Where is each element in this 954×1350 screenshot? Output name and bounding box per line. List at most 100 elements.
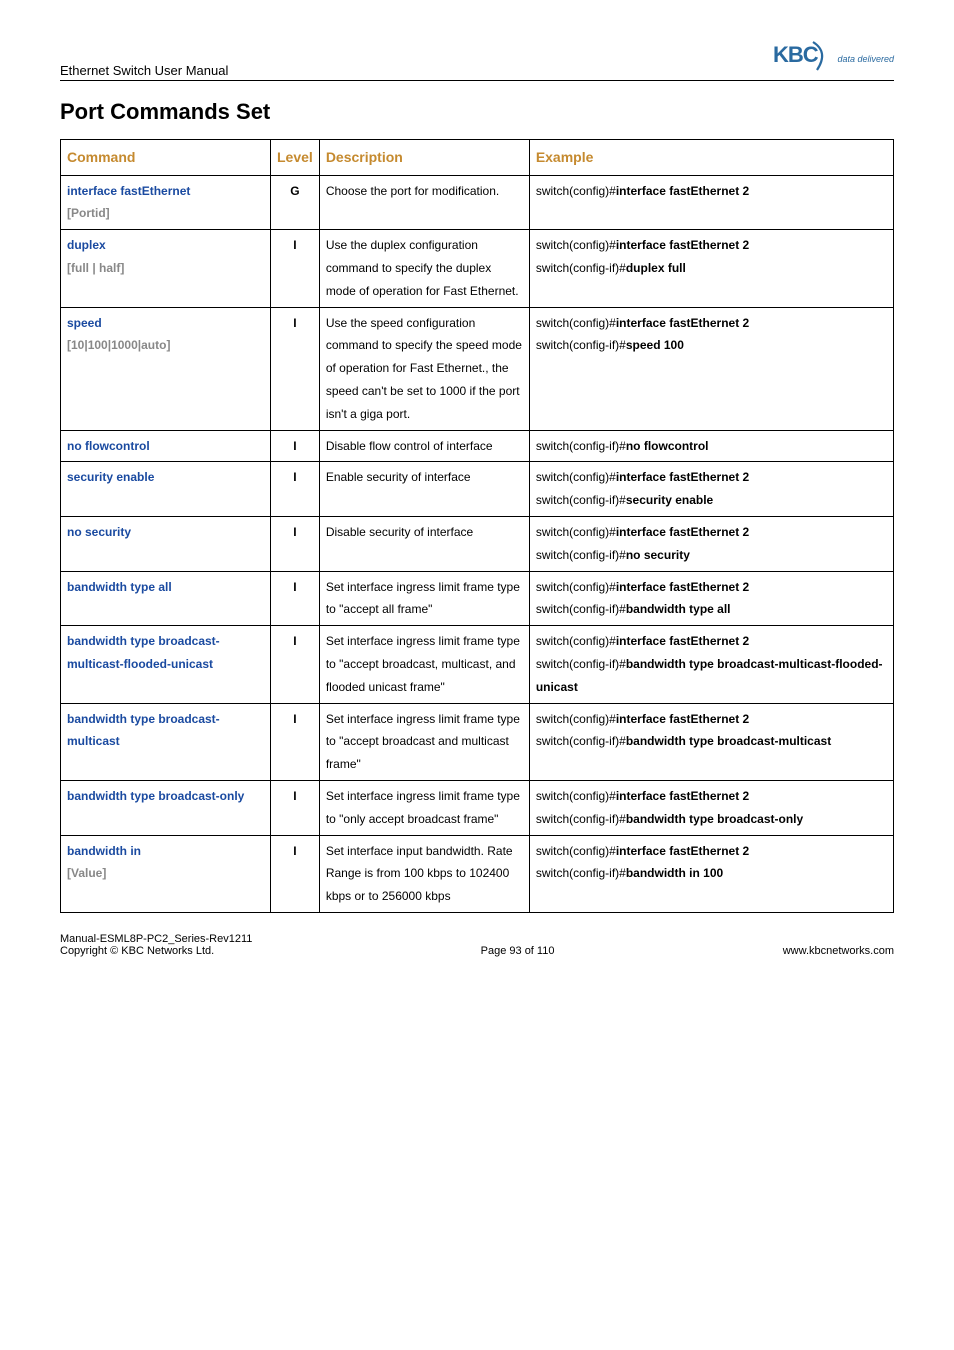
cell-command: bandwidth in[Value] — [61, 835, 271, 912]
footer-url: www.kbcnetworks.com — [783, 945, 894, 957]
example-prefix: switch(config)# — [536, 712, 616, 726]
cell-example: switch(config)#interface fastEthernet 2 s… — [529, 626, 893, 703]
command-name: bandwidth type broadcast-only — [67, 789, 244, 803]
example-bold: bandwidth type all — [626, 602, 731, 616]
example-bold: bandwidth type broadcast-multicast — [626, 734, 831, 748]
example-prefix: switch(config-if)# — [536, 439, 626, 453]
cell-command: no security — [61, 516, 271, 571]
cell-example: switch(config)#interface fastEthernet 2s… — [529, 703, 893, 780]
cell-example: switch(config)#interface fastEthernet 2 s… — [529, 462, 893, 517]
command-args: [full | half] — [67, 261, 124, 275]
cell-command: bandwidth type broadcast-only — [61, 780, 271, 835]
table-row: bandwidth type broadcast-only ISet interf… — [61, 780, 894, 835]
cell-description: Use the speed configuration command to s… — [319, 307, 529, 430]
table-row: duplex[full | half]IUse the duplex confi… — [61, 230, 894, 307]
command-name: bandwidth type all — [67, 580, 172, 594]
cell-example: switch(config)#interface fastEthernet 2s… — [529, 780, 893, 835]
cell-level: I — [271, 462, 320, 517]
section-title: Port Commands Set — [60, 99, 894, 125]
example-bold: bandwidth type broadcast-only — [626, 812, 803, 826]
example-prefix: switch(config)# — [536, 184, 616, 198]
cell-level: I — [271, 703, 320, 780]
command-name: bandwidth type broadcast-multicast-flood… — [67, 634, 220, 671]
cell-description: Set interface ingress limit frame type t… — [319, 703, 529, 780]
example-prefix: switch(config-if)# — [536, 866, 626, 880]
cell-level: I — [271, 430, 320, 462]
logo-tagline: data delivered — [837, 54, 894, 64]
command-name: speed — [67, 316, 102, 330]
example-bold: interface fastEthernet 2 — [616, 634, 749, 648]
cell-description: Set interface input bandwidth. Rate Rang… — [319, 835, 529, 912]
footer-left: Manual-ESML8P-PC2_Series-Rev1211 Copyrig… — [60, 933, 252, 957]
example-bold: interface fastEthernet 2 — [616, 580, 749, 594]
example-bold: interface fastEthernet 2 — [616, 789, 749, 803]
example-prefix: switch(config-if)# — [536, 657, 626, 671]
commands-table: Command Level Description Example interf… — [60, 139, 894, 913]
command-name: no security — [67, 525, 131, 539]
command-name: no flowcontrol — [67, 439, 150, 453]
cell-description: Set interface ingress limit frame type t… — [319, 571, 529, 626]
example-prefix: switch(config-if)# — [536, 493, 626, 507]
table-row: no flowcontrolIDisable flow control of i… — [61, 430, 894, 462]
logo: KBC data delivered — [773, 40, 894, 78]
cell-level: I — [271, 307, 320, 430]
page-header: Ethernet Switch User Manual KBC data del… — [60, 40, 894, 81]
command-args: [10|100|1000|auto] — [67, 338, 170, 352]
example-prefix: switch(config-if)# — [536, 338, 626, 352]
cell-example: switch(config)#interface fastEthernet 2 s… — [529, 571, 893, 626]
example-bold: bandwidth in 100 — [626, 866, 723, 880]
doc-title: Ethernet Switch User Manual — [60, 63, 228, 78]
table-row: bandwidth type broadcast-multicast-flood… — [61, 626, 894, 703]
example-prefix: switch(config)# — [536, 470, 616, 484]
table-row: no securityIDisable security of interfac… — [61, 516, 894, 571]
cell-example: switch(config-if)#no flowcontrol — [529, 430, 893, 462]
example-bold: no security — [626, 548, 690, 562]
cell-level: I — [271, 780, 320, 835]
command-args: [Value] — [67, 866, 106, 880]
example-bold: interface fastEthernet 2 — [616, 184, 749, 198]
table-row: security enableIEnable security of inter… — [61, 462, 894, 517]
cell-command: security enable — [61, 462, 271, 517]
example-prefix: switch(config)# — [536, 525, 616, 539]
example-bold: interface fastEthernet 2 — [616, 470, 749, 484]
cell-example: switch(config)#interface fastEthernet 2 — [529, 175, 893, 230]
cell-description: Disable security of interface — [319, 516, 529, 571]
table-row: speed [10|100|1000|auto] IUse the speed co… — [61, 307, 894, 430]
table-row: bandwidth type broadcast-multicastISet i… — [61, 703, 894, 780]
col-header-description: Description — [326, 149, 403, 165]
example-bold: interface fastEthernet 2 — [616, 316, 749, 330]
page-footer: Manual-ESML8P-PC2_Series-Rev1211 Copyrig… — [60, 933, 894, 957]
cell-example: switch(config)#interface fastEthernet 2s… — [529, 516, 893, 571]
example-prefix: switch(config)# — [536, 634, 616, 648]
example-bold: no flowcontrol — [626, 439, 709, 453]
cell-description: Set interface ingress limit frame type t… — [319, 780, 529, 835]
table-row: bandwidth in[Value]ISet interface input … — [61, 835, 894, 912]
cell-command: bandwidth type broadcast-multicast — [61, 703, 271, 780]
example-bold: interface fastEthernet 2 — [616, 525, 749, 539]
cell-example: switch(config)#interface fastEthernet 2s… — [529, 230, 893, 307]
example-bold: interface fastEthernet 2 — [616, 712, 749, 726]
cell-command: bandwidth type all — [61, 571, 271, 626]
example-bold: interface fastEthernet 2 — [616, 238, 749, 252]
example-prefix: switch(config)# — [536, 580, 616, 594]
example-bold: security enable — [626, 493, 713, 507]
example-prefix: switch(config-if)# — [536, 602, 626, 616]
example-prefix: switch(config)# — [536, 789, 616, 803]
cell-level: I — [271, 626, 320, 703]
cell-level: I — [271, 835, 320, 912]
command-name: security enable — [67, 470, 154, 484]
example-bold: duplex full — [626, 261, 686, 275]
cell-command: bandwidth type broadcast-multicast-flood… — [61, 626, 271, 703]
svg-text:KBC: KBC — [773, 42, 819, 67]
cell-example: switch(config)#interface fastEthernet 2s… — [529, 307, 893, 430]
example-bold: speed 100 — [626, 338, 684, 352]
command-name: duplex — [67, 238, 106, 252]
cell-command: speed [10|100|1000|auto] — [61, 307, 271, 430]
cell-description: Use the duplex configuration command to … — [319, 230, 529, 307]
cell-description: Choose the port for modification. — [319, 175, 529, 230]
cell-command: interface fastEthernet[Portid] — [61, 175, 271, 230]
cell-level: G — [271, 175, 320, 230]
command-args: [Portid] — [67, 206, 110, 220]
table-row: interface fastEthernet[Portid]GChoose th… — [61, 175, 894, 230]
table-header-row: Command Level Description Example — [61, 140, 894, 176]
